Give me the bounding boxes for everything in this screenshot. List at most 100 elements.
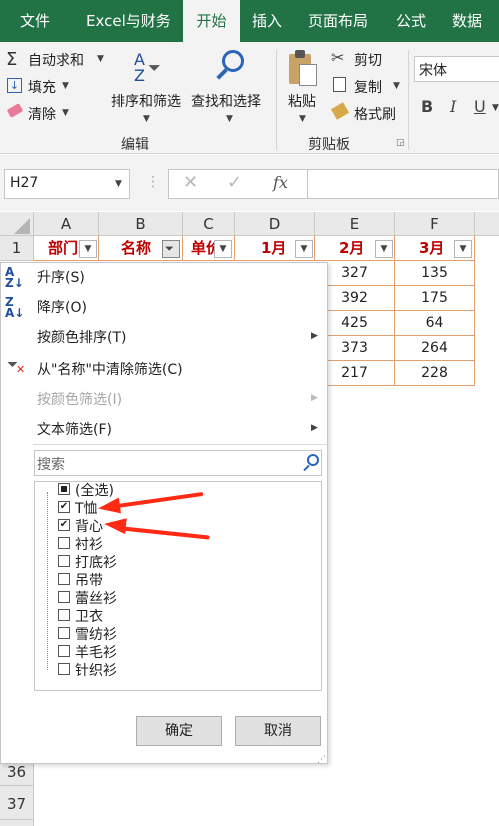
list-item-label: 衬衫: [75, 537, 103, 553]
filter-funnel-icon: ⏷: [165, 242, 174, 255]
list-item-label: T恤: [75, 501, 98, 517]
menu-filter-by-color: 按颜色筛选(I): [37, 392, 123, 408]
column-header-f[interactable]: F: [395, 212, 475, 236]
checkbox-lace-top[interactable]: [58, 591, 70, 603]
sort-ascending-icon: A Z↓: [5, 265, 24, 290]
row-header-37[interactable]: 37: [0, 788, 34, 820]
column-header-d[interactable]: D: [235, 212, 315, 236]
chevron-down-icon[interactable]: ▼: [492, 103, 499, 113]
autosum-button[interactable]: 自动求和: [28, 50, 84, 70]
filter-active-button[interactable]: ⏷: [162, 240, 180, 258]
chevron-down-icon[interactable]: ▼: [115, 179, 122, 189]
chevron-down-icon[interactable]: ▼: [62, 108, 69, 118]
tab-home[interactable]: 开始: [183, 0, 240, 42]
column-header-b[interactable]: B: [99, 212, 183, 236]
formula-buttons: ✕ ✓ fx: [168, 169, 308, 199]
cell-f[interactable]: 64: [395, 311, 475, 336]
tab-insert[interactable]: 插入: [252, 0, 286, 42]
ribbon-divider: [408, 50, 409, 150]
ribbon-tab-bar: 文件 Excel与财务 开始 插入 页面布局 公式 数据: [0, 0, 499, 42]
select-all-corner[interactable]: [0, 212, 34, 236]
search-icon: [303, 454, 319, 472]
checkbox-tshirt[interactable]: ✔: [58, 501, 70, 513]
checkbox-shirt[interactable]: [58, 537, 70, 549]
paste-button[interactable]: 粘贴: [288, 91, 316, 111]
menu-text-filter[interactable]: 文本筛选(F): [37, 419, 112, 439]
checkbox-base-layer[interactable]: [58, 555, 70, 567]
find-select-button[interactable]: 查找和选择: [191, 91, 261, 111]
cell-f[interactable]: 135: [395, 261, 475, 286]
clipboard-icon: [289, 50, 319, 86]
list-item-label: 卫衣: [75, 609, 103, 625]
checkbox-hoodie[interactable]: [58, 609, 70, 621]
sort-filter-button[interactable]: 排序和筛选: [111, 91, 181, 111]
chevron-down-icon[interactable]: ▼: [226, 114, 233, 124]
underline-button[interactable]: U: [474, 97, 486, 116]
bold-button[interactable]: B: [421, 97, 433, 116]
clear-button[interactable]: 清除: [28, 104, 56, 124]
cancel-icon[interactable]: ✕: [183, 172, 198, 193]
list-item-label: 羊毛衫: [75, 645, 117, 661]
copy-button[interactable]: 复制: [354, 77, 382, 97]
cell-f[interactable]: 228: [395, 361, 475, 386]
filter-dropdown-button[interactable]: ▼: [375, 240, 393, 258]
enter-icon[interactable]: ✓: [227, 172, 242, 193]
scissors-icon: ✂: [331, 48, 345, 67]
menu-sort-by-color[interactable]: 按颜色排序(T): [37, 327, 126, 347]
copy-icon: [333, 77, 346, 92]
chevron-down-icon[interactable]: ▼: [97, 54, 104, 64]
chevron-down-icon[interactable]: ▼: [62, 81, 69, 91]
ok-button[interactable]: 确定: [136, 716, 222, 746]
chevron-down-icon[interactable]: ▼: [393, 81, 400, 91]
format-painter-button[interactable]: 格式刷: [354, 104, 396, 124]
tab-page-layout[interactable]: 页面布局: [308, 0, 370, 42]
submenu-arrow-icon: ▶: [311, 423, 318, 433]
checkbox-wool-sweater[interactable]: [58, 645, 70, 657]
checkbox-select-all[interactable]: [58, 483, 70, 495]
cell-f[interactable]: 175: [395, 286, 475, 311]
tab-file[interactable]: 文件: [20, 0, 54, 42]
tree-line: [47, 492, 48, 670]
row-header-1[interactable]: 1: [0, 236, 34, 261]
tab-formulas[interactable]: 公式: [396, 0, 430, 42]
menu-sort-descending[interactable]: 降序(O): [37, 297, 87, 317]
annotation-arrowhead: [103, 515, 127, 535]
list-item-label: 背心: [75, 519, 103, 535]
insert-function-button[interactable]: fx: [273, 173, 288, 192]
filter-dropdown-button[interactable]: ▼: [454, 240, 472, 258]
column-header-e[interactable]: E: [315, 212, 395, 236]
menu-sort-ascending[interactable]: 升序(S): [37, 267, 85, 287]
dialog-launcher-icon[interactable]: ◲: [396, 138, 405, 148]
sort-filter-icon: A Z ⏷: [134, 50, 161, 85]
chevron-down-icon[interactable]: ▼: [299, 114, 306, 124]
column-header-g[interactable]: [475, 212, 499, 236]
checkbox-knit[interactable]: [58, 663, 70, 675]
group-label-clipboard: 剪贴板: [308, 137, 350, 153]
formula-input[interactable]: [308, 169, 499, 199]
filter-search-box[interactable]: 搜索: [34, 450, 322, 476]
filter-dropdown-button[interactable]: ▼: [79, 240, 97, 258]
italic-button[interactable]: I: [450, 97, 456, 116]
chevron-down-icon[interactable]: ▼: [143, 114, 150, 124]
cell-f[interactable]: 264: [395, 336, 475, 361]
filter-dropdown-button[interactable]: ▼: [214, 240, 232, 258]
submenu-arrow-icon: ▶: [311, 393, 318, 403]
cut-button[interactable]: 剪切: [354, 50, 382, 70]
fill-button[interactable]: 填充: [28, 77, 56, 97]
name-box[interactable]: H27 ▼: [4, 169, 130, 199]
ribbon: Σ 自动求和 ▼ ↓ 填充 ▼ 清除 ▼ A Z ⏷ 排序和筛选 ▼ 查找和选择…: [0, 42, 499, 154]
tab-data[interactable]: 数据: [452, 0, 492, 42]
column-header-c[interactable]: C: [183, 212, 235, 236]
cancel-button[interactable]: 取消: [235, 716, 321, 746]
checkbox-vest[interactable]: ✔: [58, 519, 70, 531]
list-item-label: 蕾丝衫: [75, 591, 117, 607]
checkbox-chiffon[interactable]: [58, 627, 70, 639]
checkbox-camisole[interactable]: [58, 573, 70, 585]
font-name-box[interactable]: 宋体: [414, 56, 499, 82]
list-item-label: 吊带: [75, 573, 103, 589]
filter-dropdown-button[interactable]: ▼: [295, 240, 313, 258]
resize-grip-icon[interactable]: ⋰: [317, 755, 326, 765]
column-header-a[interactable]: A: [34, 212, 99, 236]
menu-clear-filter[interactable]: 从"名称"中清除筛选(C): [37, 359, 183, 379]
tab-excel-finance[interactable]: Excel与财务: [86, 0, 184, 42]
